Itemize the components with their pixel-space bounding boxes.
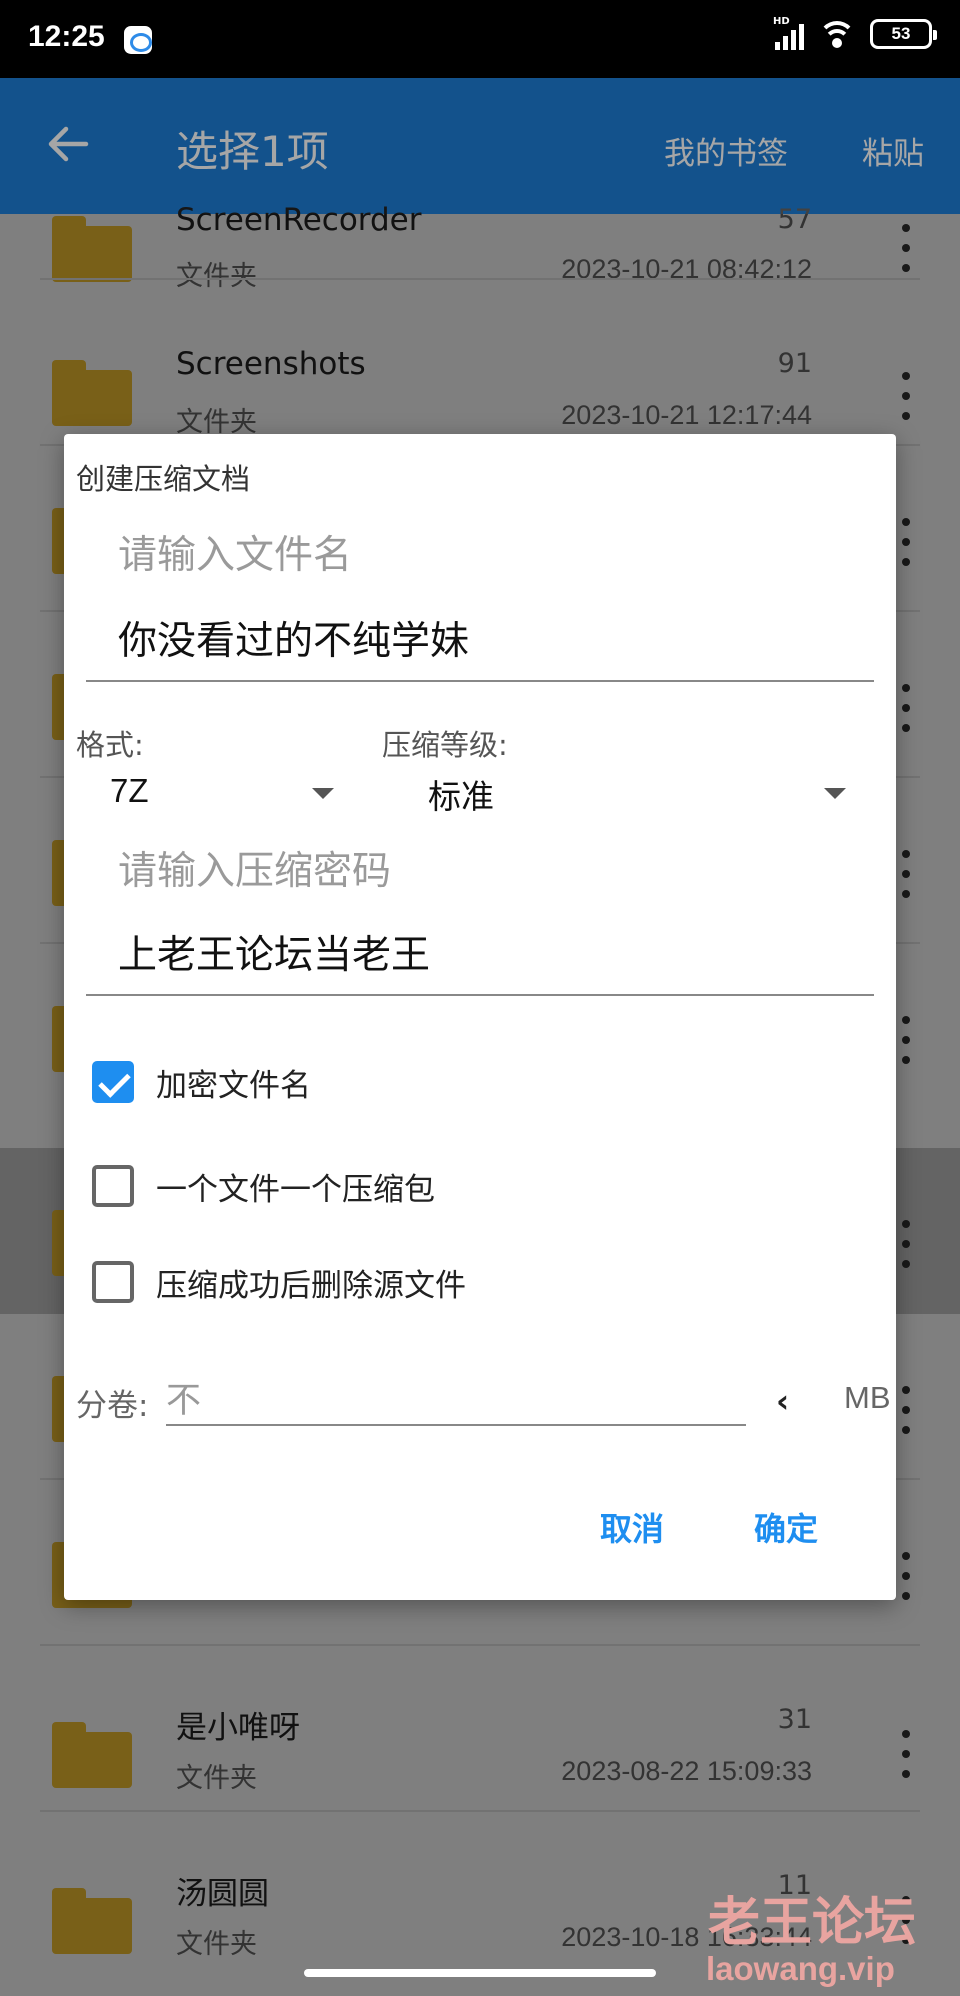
cloud-app-icon — [124, 26, 152, 54]
battery-level: 53 — [891, 24, 911, 43]
format-label: 格式: — [76, 728, 144, 762]
split-unit-label: MB — [844, 1380, 891, 1415]
option-label: 一个文件一个压缩包 — [156, 1171, 435, 1208]
network-type-label: HD — [773, 16, 790, 27]
format-dropdown-arrow-icon[interactable] — [312, 788, 334, 799]
filename-input[interactable]: 你没看过的不纯学妹 — [118, 610, 469, 666]
checkbox-checked-icon[interactable] — [92, 1061, 134, 1103]
one-archive-per-file-option[interactable]: 一个文件一个压缩包 — [92, 1156, 435, 1216]
checkbox-unchecked-icon[interactable] — [92, 1261, 134, 1303]
status-time: 12:25 — [28, 20, 105, 53]
split-volume-input[interactable]: 不 — [166, 1372, 726, 1426]
password-hint: 请输入压缩密码 — [118, 849, 392, 894]
split-volume-underline — [166, 1424, 746, 1426]
checkbox-unchecked-icon[interactable] — [92, 1165, 134, 1207]
format-select[interactable]: 7Z — [110, 772, 149, 810]
option-label: 加密文件名 — [156, 1067, 311, 1104]
password-input[interactable]: 上老王论坛当老王 — [118, 924, 430, 980]
delete-source-option[interactable]: 压缩成功后删除源文件 — [92, 1252, 466, 1312]
dialog-title: 创建压缩文档 — [76, 462, 251, 496]
password-underline — [86, 994, 874, 996]
compression-level-select[interactable]: 标准 — [428, 770, 494, 818]
status-icons: HD 53 — [773, 16, 937, 50]
cancel-button[interactable]: 取消 — [600, 1504, 664, 1550]
encrypt-filenames-option[interactable]: 加密文件名 — [92, 1052, 311, 1112]
filename-underline — [86, 680, 874, 682]
confirm-button[interactable]: 确定 — [754, 1504, 818, 1550]
chevron-left-icon[interactable]: ‹ — [776, 1382, 789, 1420]
wifi-icon — [818, 19, 856, 49]
gesture-nav-bar[interactable] — [304, 1969, 656, 1977]
watermark-url: laowang.vip — [706, 1950, 895, 1987]
option-label: 压缩成功后删除源文件 — [156, 1267, 466, 1304]
signal-icon: HD — [773, 16, 804, 50]
watermark-logo: 老王论坛 — [708, 1893, 917, 1953]
create-archive-dialog: 创建压缩文档 请输入文件名 你没看过的不纯学妹 格式: 7Z 压缩等级: 标准 … — [64, 434, 896, 1600]
level-dropdown-arrow-icon[interactable] — [824, 788, 846, 799]
status-bar: 12:25 HD 53 — [0, 0, 960, 78]
app-bar-scrim — [0, 78, 960, 214]
filename-hint: 请输入文件名 — [118, 533, 353, 578]
battery-icon: 53 — [870, 19, 937, 49]
compression-level-label: 压缩等级: — [382, 728, 508, 762]
split-volume-label: 分卷: — [76, 1388, 149, 1424]
